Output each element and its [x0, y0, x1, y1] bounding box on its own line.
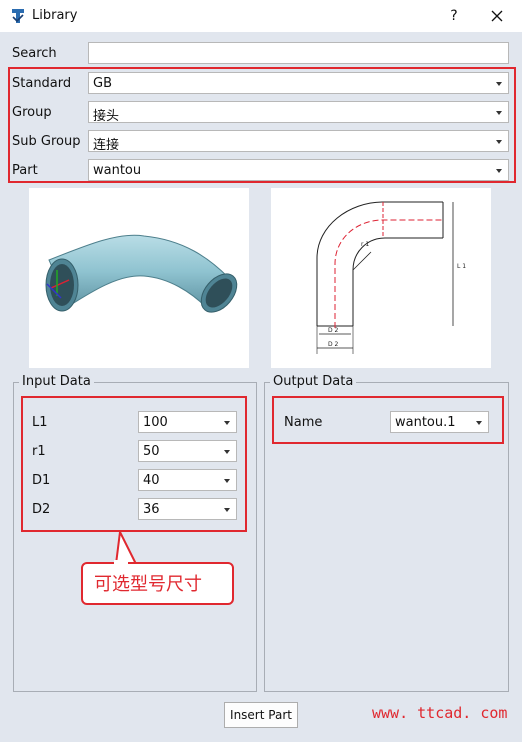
- help-button[interactable]: ?: [443, 5, 465, 27]
- elbow-dimension-drawing: r 1 L 1 D 2 D 2: [316, 201, 466, 354]
- library-app-icon: [12, 9, 24, 23]
- selection-highlight-box: [8, 67, 516, 183]
- title-bar: Library ?: [0, 0, 522, 32]
- part-drawing-preview: r 1 L 1 D 2 D 2: [271, 188, 491, 368]
- search-label: Search: [12, 46, 57, 61]
- part-3d-preview: [29, 188, 249, 368]
- watermark-text: www. ttcad. com: [372, 704, 508, 722]
- dim-l1-label: L 1: [457, 263, 466, 270]
- close-icon[interactable]: [486, 5, 508, 27]
- input-data-title: Input Data: [19, 374, 94, 389]
- insert-part-button[interactable]: Insert Part: [224, 702, 298, 728]
- input-data-highlight-box: [21, 396, 247, 532]
- callout-pointer-joint: [114, 560, 128, 566]
- dim-d1-label: D 2: [328, 341, 339, 348]
- callout-text: 可选型号尺寸: [94, 574, 202, 595]
- elbow-3d-image: [45, 234, 238, 313]
- output-data-highlight-box: [272, 396, 504, 444]
- dim-r1-label: r 1: [361, 241, 369, 248]
- dim-d2-label: D 2: [328, 327, 339, 334]
- search-input[interactable]: [88, 42, 509, 64]
- output-data-title: Output Data: [270, 374, 357, 389]
- window-title: Library: [32, 8, 78, 23]
